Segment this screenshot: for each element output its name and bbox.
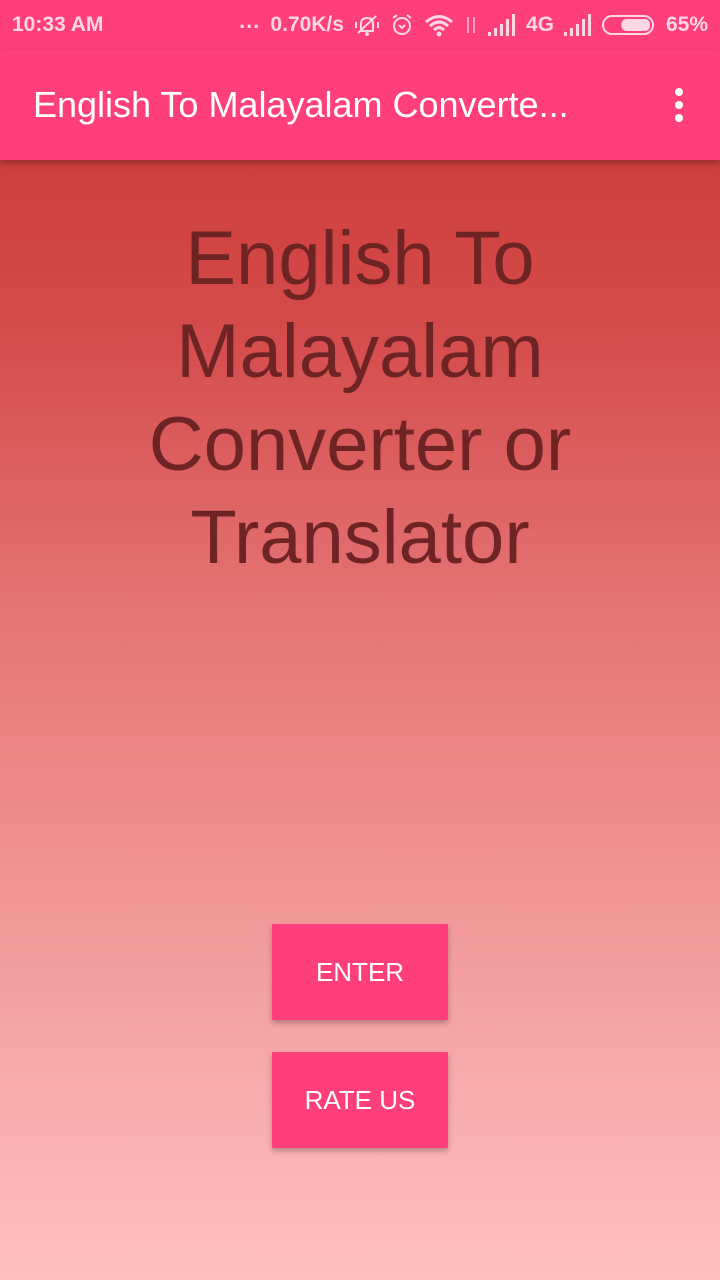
rate-us-button[interactable]: RATE US xyxy=(272,1052,448,1148)
battery-percent: 65% xyxy=(665,13,708,36)
mute-notifications-icon xyxy=(354,15,379,36)
battery-icon xyxy=(601,15,654,35)
app-bar: English To Malayalam Converte... xyxy=(0,50,720,160)
alarm-icon xyxy=(392,14,412,35)
status-bar: 10:33 AM ... 0.70K/s 4G 65% xyxy=(0,0,720,50)
menu-dot xyxy=(675,88,683,96)
enter-button[interactable]: ENTER xyxy=(272,924,448,1020)
menu-dot xyxy=(675,114,683,122)
more-notifications-indicator: ... xyxy=(239,8,261,33)
app-title: English To Malayalam Converte... xyxy=(33,84,569,125)
wifi-icon xyxy=(424,15,453,37)
menu-dot xyxy=(675,101,683,109)
headline: English To Malayalam Converter or Transl… xyxy=(148,216,572,580)
network-type: 4G xyxy=(525,13,554,36)
network-speed: 0.70K/s xyxy=(270,13,344,36)
status-time: 10:33 AM xyxy=(12,13,104,36)
signal-icon xyxy=(487,14,515,36)
data-transfer-icon xyxy=(466,17,475,33)
signal-icon-2 xyxy=(563,14,591,36)
status-icons: ... 0.70K/s 4G 65% xyxy=(239,8,708,37)
more-vert-icon[interactable] xyxy=(672,88,686,122)
